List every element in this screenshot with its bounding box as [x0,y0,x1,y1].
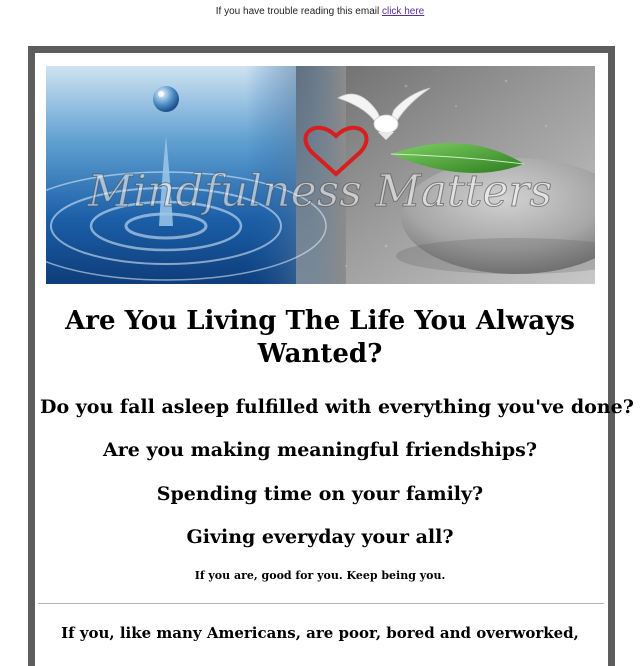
bottom-text: If you, like many Americans, are poor, b… [61,624,579,642]
trouble-reading-bar: If you have trouble reading this email c… [0,6,640,17]
click-here-link[interactable]: click here [382,6,424,17]
question-4: Giving everyday your all? [186,526,454,548]
mindfulness-banner: Mindfulness Matters [46,66,595,284]
banner-logo-text: Mindfulness Matters [87,166,552,217]
section-divider [38,603,604,604]
banner-image: Mindfulness Matters [46,66,595,284]
trouble-text: If you have trouble reading this email [215,6,380,17]
page-headline: Are You Living The Life You Always Wante… [65,306,575,369]
question-2: Are you making meaningful friendships? [103,439,537,461]
question-3: Spending time on your family? [156,483,484,505]
encouragement-text: If you are, good for you. Keep being you… [194,569,446,582]
question-1: Do you fall asleep fulfilled with everyt… [40,396,634,418]
